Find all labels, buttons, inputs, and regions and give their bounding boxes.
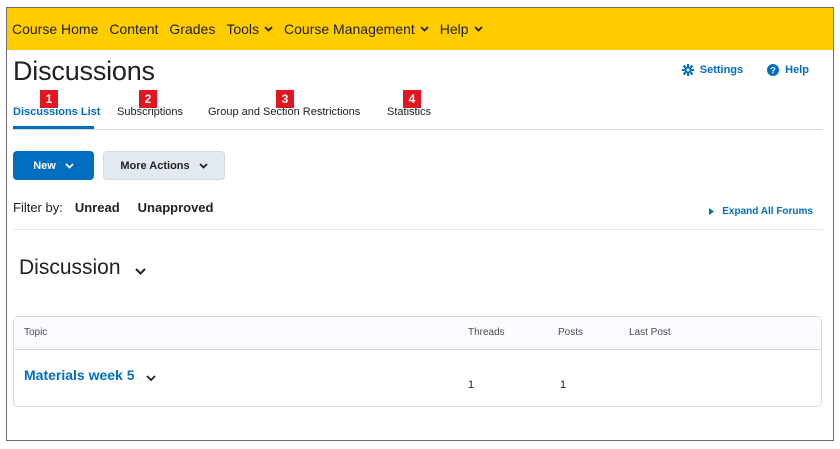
tab-label: Subscriptions [117,106,184,118]
chevron-down-icon [420,26,429,32]
nav-label: Tools [226,21,260,37]
course-navbar: Course Home Content Grades Tools Course … [7,8,833,50]
nav-label: Help [439,21,469,37]
forum-title: Discussion [19,256,121,279]
help-circle-icon: ? [767,64,780,76]
chevron-down-icon [65,162,74,169]
settings-label: Settings [699,64,744,76]
col-topic: Topic [24,327,48,338]
tab-discussions-list[interactable]: 1 Discussions List [13,88,100,129]
chevron-down-icon [146,375,156,382]
new-button[interactable]: New [13,151,94,180]
gear-icon [681,64,694,76]
help-link[interactable]: ? Help [767,64,809,76]
table-row: Materials week 5 1 1 [14,350,821,406]
svg-text:?: ? [770,65,776,75]
forum-options-chevron[interactable] [134,267,146,275]
threads-count: 1 [468,379,475,391]
nav-label: Course Home [12,21,99,37]
table-header: Topic Threads Posts Last Post [14,317,821,350]
col-last-post: Last Post [629,327,671,338]
page-title: Discussions [13,56,155,86]
filter-divider [13,229,823,230]
chevron-down-icon [473,26,483,32]
page-links: Settings ? Help [658,64,809,76]
tab-label: Statistics [387,106,432,118]
discussion-tabs: 1 Discussions List 2 Subscriptions 3 Gro… [13,88,823,129]
expand-all-forums-link[interactable]: Expand All Forums [709,206,813,217]
more-actions-label: More Actions [120,159,190,172]
col-threads: Threads [468,327,505,338]
filter-unapproved[interactable]: Unapproved [138,200,214,215]
forum-heading: Discussion [19,256,146,280]
app-frame: Course Home Content Grades Tools Course … [6,7,834,441]
expand-all-label: Expand All Forums [722,206,813,217]
nav-label: Course Management [284,21,415,37]
new-button-label: New [33,159,56,172]
tab-label: Group and Section Restrictions [208,106,361,118]
help-label: Help [785,64,809,76]
filter-label: Filter by: [13,200,63,215]
posts-count: 1 [560,379,567,391]
nav-tools[interactable]: Tools [226,21,273,37]
col-posts: Posts [558,327,584,338]
nav-grades[interactable]: Grades [169,21,215,37]
tab-statistics[interactable]: 4 Statistics [387,88,435,129]
topic-link[interactable]: Materials week 5 [24,367,135,383]
nav-content[interactable]: Content [109,21,158,37]
chevron-down-icon [134,267,146,275]
nav-label: Content [109,21,159,37]
tab-group-section-restrictions[interactable]: 3 Group and Section Restrictions [208,88,366,129]
chevron-down-icon [198,162,208,169]
more-actions-button[interactable]: More Actions [103,151,225,180]
topic-options-chevron[interactable] [146,372,156,384]
filter-unread[interactable]: Unread [75,200,120,215]
chevron-down-icon [264,26,273,32]
nav-label: Grades [169,21,216,37]
nav-help[interactable]: Help [440,21,483,37]
filter-bar: Filter by: Unread Unapproved [13,200,231,215]
tab-label: Discussions List [13,106,101,118]
settings-link[interactable]: Settings [681,64,744,76]
nav-course-management[interactable]: Course Management [284,21,429,37]
nav-course-home[interactable]: Course Home [12,21,98,37]
tab-subscriptions[interactable]: 2 Subscriptions [117,88,187,129]
triangle-right-icon [709,208,715,215]
tabs-divider [13,129,823,130]
topics-table: Topic Threads Posts Last Post Materials … [13,316,822,407]
